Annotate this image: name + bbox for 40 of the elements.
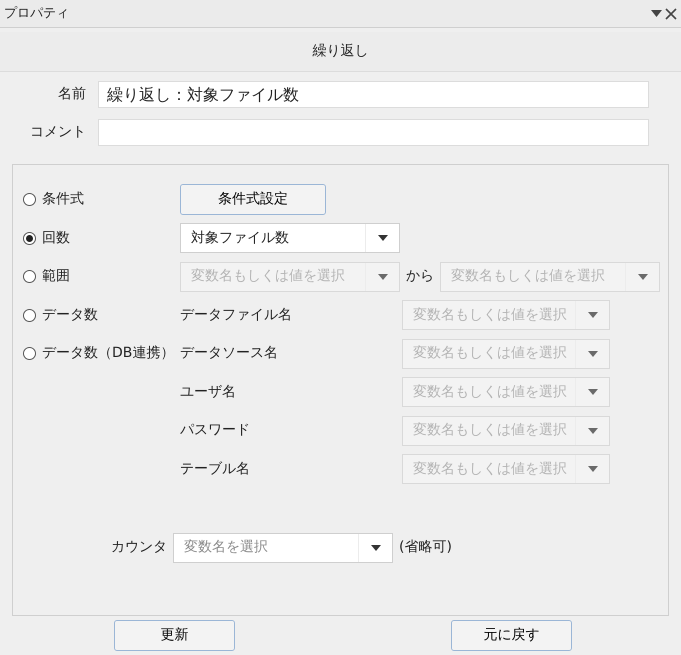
caret-icon xyxy=(378,235,388,242)
radio-button[interactable] xyxy=(23,193,36,206)
field-label: コメント xyxy=(29,123,87,142)
close-icon[interactable] xyxy=(665,8,677,20)
caret-icon xyxy=(588,312,598,318)
radio-label: 回数 xyxy=(42,228,70,248)
parameter-label: データファイル名 xyxy=(180,306,293,325)
parameter-label: テーブル名 xyxy=(180,460,251,479)
radio-label: データ数 xyxy=(42,306,98,325)
condition-settings-button[interactable]: 条件式設定 xyxy=(180,184,326,216)
parameter-label: データソース名 xyxy=(180,344,279,364)
radio-button[interactable] xyxy=(23,270,36,284)
optional-note: (省略可) xyxy=(398,538,453,557)
radio-button[interactable] xyxy=(23,308,36,322)
caret-icon xyxy=(588,389,598,396)
field-label: 名前 xyxy=(57,85,87,104)
revert-button[interactable]: 元に戻す xyxy=(451,620,572,650)
caret-icon xyxy=(370,544,380,550)
parameter-label: ユーザ名 xyxy=(180,382,237,402)
caret-icon xyxy=(588,428,598,434)
dropdown[interactable]: 対象ファイル数 xyxy=(180,223,400,254)
section-header: 繰り返し xyxy=(312,42,368,61)
radio-button[interactable] xyxy=(23,347,36,360)
radio-label: データ数（DB連携） xyxy=(42,344,174,364)
radio-button[interactable] xyxy=(23,232,36,245)
range-separator: から xyxy=(405,267,435,286)
caret-icon xyxy=(588,466,598,472)
update-button[interactable]: 更新 xyxy=(114,620,235,650)
text-field[interactable]: 繰り返し：対象ファイル数 xyxy=(98,81,649,108)
caret-icon xyxy=(378,274,388,280)
parameter-label: パスワード xyxy=(180,421,251,440)
radio-label: 条件式 xyxy=(42,190,84,210)
text-field[interactable] xyxy=(98,119,649,146)
caret-icon xyxy=(588,350,598,357)
radio-label: 範囲 xyxy=(42,267,70,286)
panel-title: プロパティ xyxy=(4,4,69,23)
caret-icon xyxy=(638,274,648,280)
counter-label: カウンタ xyxy=(110,538,168,557)
dropdown[interactable]: 変数名を選択 xyxy=(173,532,393,562)
dropdown-arrow-icon[interactable] xyxy=(650,10,662,17)
